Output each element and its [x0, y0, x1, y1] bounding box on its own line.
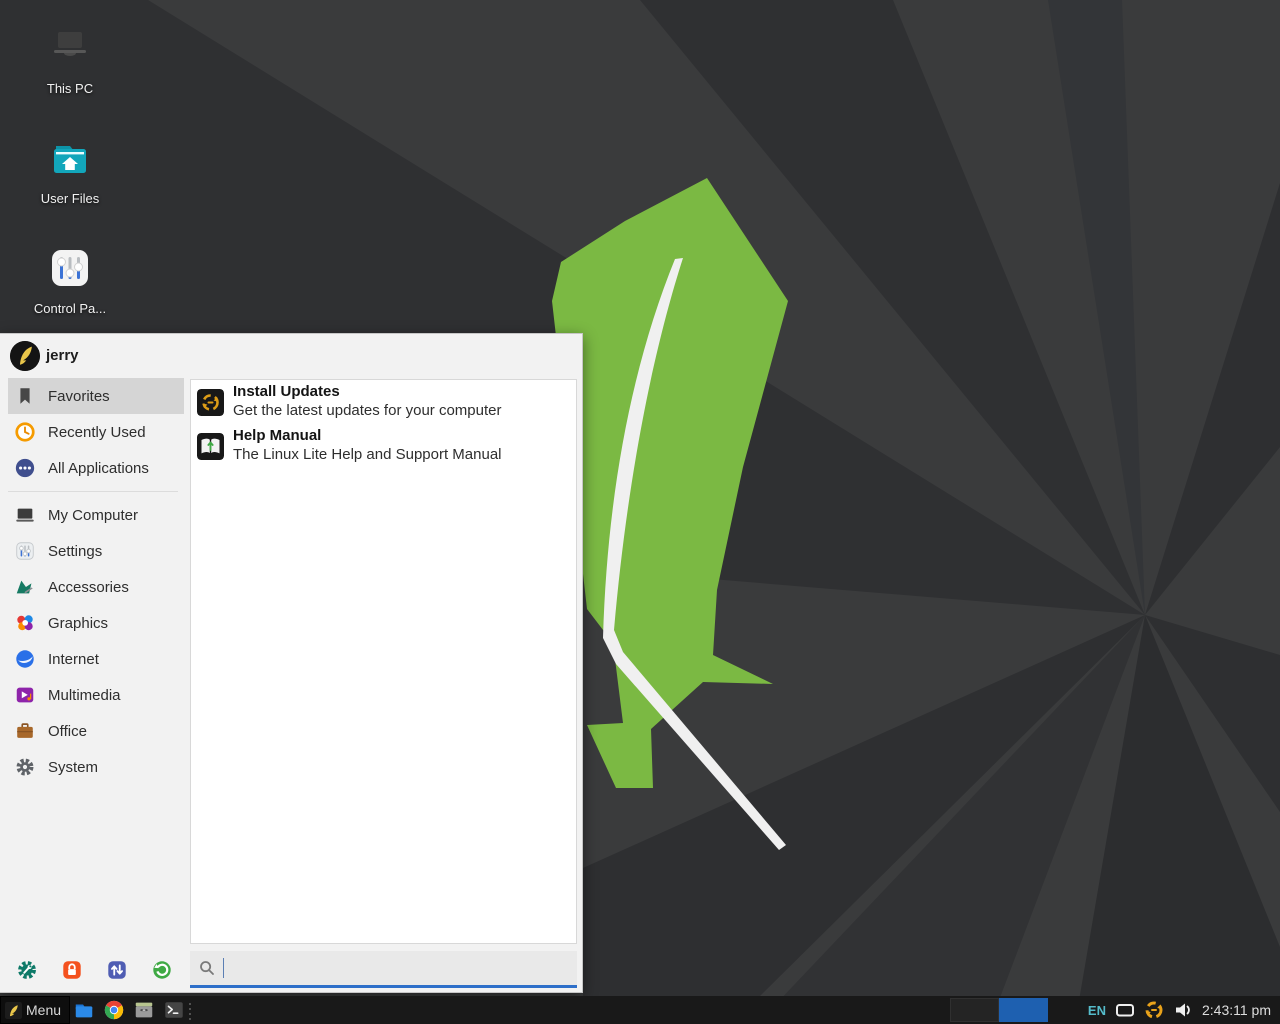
- sidebar-item-office[interactable]: Office: [8, 713, 184, 749]
- bookmark-icon: [14, 385, 36, 407]
- launcher-row: [73, 999, 185, 1021]
- item-description: Get the latest updates for your computer: [233, 402, 501, 421]
- install-updates-icon: [197, 389, 224, 416]
- internet-icon: [14, 648, 36, 670]
- file-manager-icon[interactable]: [73, 999, 95, 1021]
- desktop-icon-label: User Files: [12, 191, 128, 206]
- search-icon: [199, 960, 215, 976]
- settings-sliders-icon: [14, 540, 36, 562]
- all-apps-icon: [14, 457, 36, 479]
- taskbar: Menu EN: [0, 996, 1280, 1024]
- log-out-icon[interactable]: [151, 959, 173, 981]
- computer-icon: [14, 504, 36, 526]
- chrome-browser-icon[interactable]: [103, 999, 125, 1021]
- whisker-menu: jerry Favorites Recently Used All Applic…: [0, 333, 583, 993]
- help-manual-icon: [197, 433, 224, 460]
- item-title: Help Manual: [233, 427, 502, 446]
- display-icon[interactable]: [1115, 1000, 1135, 1020]
- keyboard-layout-indicator[interactable]: EN: [1088, 1003, 1106, 1018]
- update-notifier-icon[interactable]: [1144, 1000, 1164, 1020]
- terminal-icon[interactable]: [163, 999, 185, 1021]
- feather-menu-icon: [5, 1002, 22, 1019]
- search-input[interactable]: [190, 951, 577, 988]
- office-briefcase-icon: [14, 720, 36, 742]
- clock-icon: [14, 421, 36, 443]
- session-actions: [16, 959, 173, 981]
- system-gear-icon: [14, 756, 36, 778]
- this-pc-icon: [46, 24, 94, 72]
- menu-button-label: Menu: [26, 1002, 61, 1018]
- multimedia-icon: [14, 684, 36, 706]
- workspace-1[interactable]: [950, 998, 999, 1022]
- text-cursor: [223, 958, 224, 978]
- sidebar-item-internet[interactable]: Internet: [8, 641, 184, 677]
- menu-sidebar: Favorites Recently Used All Applications: [0, 378, 186, 946]
- clock[interactable]: 2:43:11 pm: [1202, 1002, 1271, 1018]
- avatar[interactable]: [10, 341, 40, 371]
- feather-avatar-icon: [10, 341, 40, 371]
- sidebar-item-multimedia[interactable]: Multimedia: [8, 677, 184, 713]
- favorites-list: Install Updates Get the latest updates f…: [190, 379, 577, 944]
- sidebar-item-all-applications[interactable]: All Applications: [8, 450, 184, 486]
- workspace-pager: [950, 998, 1048, 1022]
- desktop-icon-this-pc[interactable]: This PC: [12, 24, 128, 96]
- sidebar-item-accessories[interactable]: Accessories: [8, 569, 184, 605]
- desktop-icon-label: This PC: [12, 81, 128, 96]
- user-name: jerry: [46, 334, 79, 378]
- workspace-2[interactable]: [999, 998, 1048, 1022]
- archive-manager-icon[interactable]: [133, 999, 155, 1021]
- switch-user-icon[interactable]: [106, 959, 128, 981]
- accessories-icon: [14, 576, 36, 598]
- menu-header: jerry: [0, 334, 582, 378]
- list-item-install-updates[interactable]: Install Updates Get the latest updates f…: [191, 380, 576, 424]
- settings-manager-icon[interactable]: [16, 959, 38, 981]
- sidebar-item-settings[interactable]: Settings: [8, 533, 184, 569]
- lock-screen-icon[interactable]: [61, 959, 83, 981]
- item-description: The Linux Lite Help and Support Manual: [233, 446, 502, 465]
- sidebar-item-favorites[interactable]: Favorites: [8, 378, 184, 414]
- sidebar-item-graphics[interactable]: Graphics: [8, 605, 184, 641]
- desktop-icon-control-panel[interactable]: Control Pa...: [12, 244, 128, 316]
- control-panel-icon: [46, 244, 94, 292]
- menu-button[interactable]: Menu: [0, 996, 70, 1024]
- sidebar-separator: [8, 491, 178, 492]
- sidebar-item-my-computer[interactable]: My Computer: [8, 497, 184, 533]
- item-title: Install Updates: [233, 383, 501, 402]
- system-tray: EN 2:43:11 pm: [1088, 996, 1280, 1024]
- desktop-icon-label: Control Pa...: [12, 301, 128, 316]
- desktop-icon-user-files[interactable]: User Files: [12, 134, 128, 206]
- volume-icon[interactable]: [1173, 1000, 1193, 1020]
- list-item-help-manual[interactable]: Help Manual The Linux Lite Help and Supp…: [191, 424, 576, 468]
- graphics-icon: [14, 612, 36, 634]
- user-files-folder-icon: [46, 134, 94, 182]
- sidebar-item-recently-used[interactable]: Recently Used: [8, 414, 184, 450]
- panel-grip[interactable]: [189, 1003, 191, 1020]
- sidebar-item-system[interactable]: System: [8, 749, 184, 785]
